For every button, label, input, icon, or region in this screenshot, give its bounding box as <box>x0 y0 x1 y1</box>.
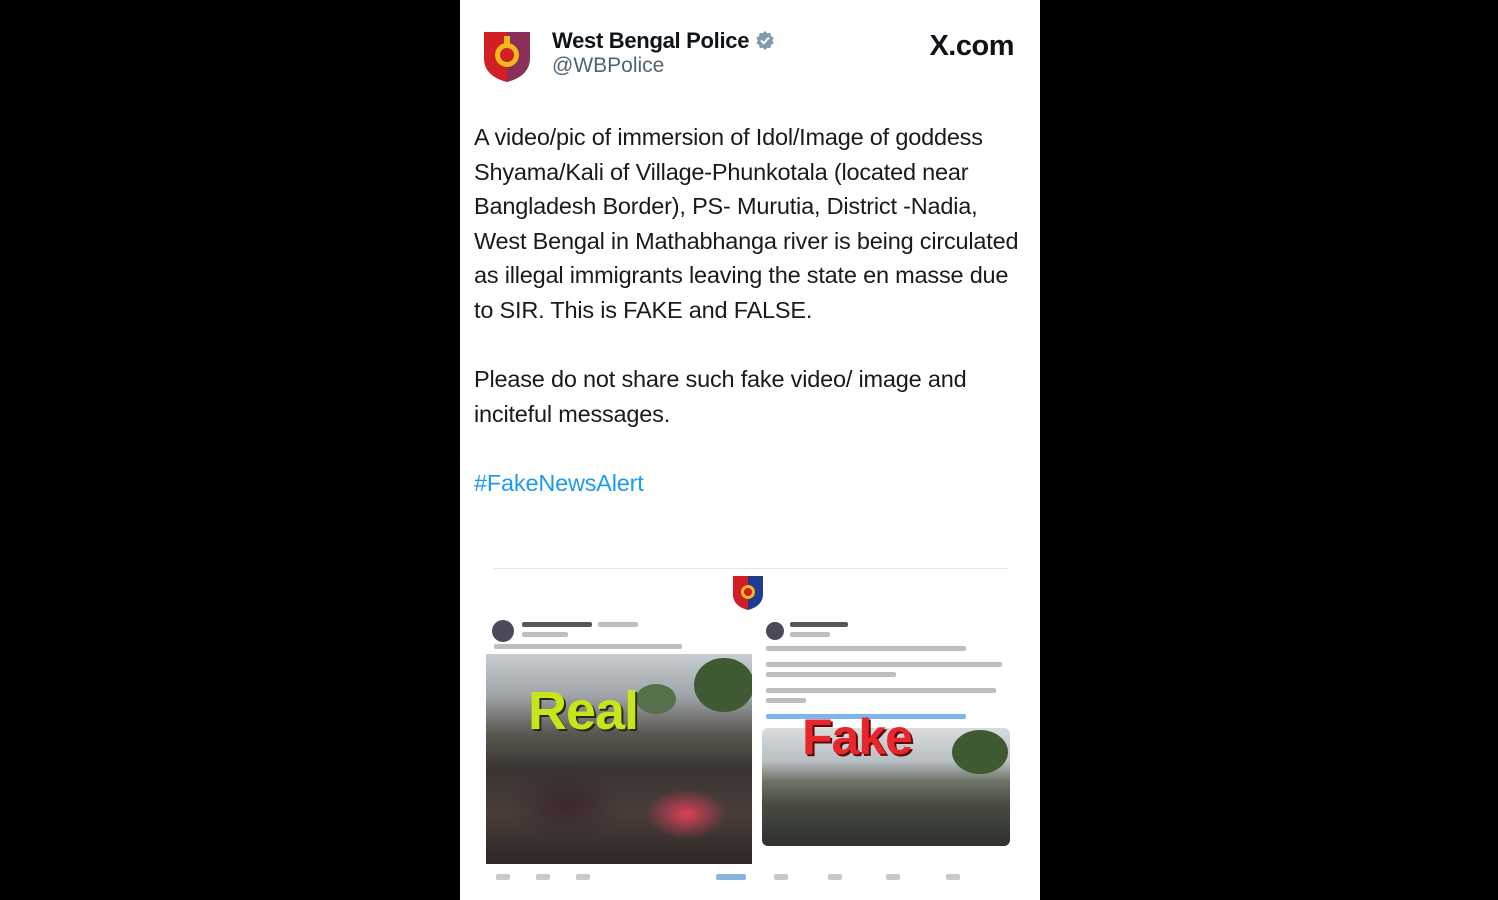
mini-post-text <box>494 644 682 649</box>
post-header: West Bengal Police @WBPolice X.com <box>480 24 1020 88</box>
attached-image[interactable]: Real Fake <box>484 568 1018 900</box>
fake-label: Fake <box>802 709 913 765</box>
avatar <box>492 620 514 642</box>
action-icon <box>828 874 842 880</box>
police-emblem-icon[interactable] <box>480 28 534 84</box>
avatar <box>766 622 784 640</box>
post-card: West Bengal Police @WBPolice X.com A vid… <box>460 0 1040 900</box>
mini-post-text <box>766 672 896 677</box>
site-watermark: X.com <box>929 30 1014 62</box>
mini-post-meta <box>598 622 638 627</box>
action-icon <box>716 874 746 880</box>
author-handle[interactable]: @WBPolice <box>552 54 664 78</box>
mini-post-name <box>522 622 592 627</box>
mini-post-handle <box>522 632 568 637</box>
action-icon <box>496 874 510 880</box>
action-icon <box>886 874 900 880</box>
mini-post-text <box>766 646 966 651</box>
police-emblem-icon <box>733 576 763 610</box>
post-paragraph-1: A video/pic of immersion of Idol/Image o… <box>474 124 1019 323</box>
real-post-screenshot <box>484 614 756 900</box>
mini-post-actions <box>492 874 748 882</box>
mini-post-text <box>766 662 1002 667</box>
action-icon <box>536 874 550 880</box>
action-icon <box>946 874 960 880</box>
mini-post-text <box>766 698 806 703</box>
mini-post-actions <box>770 874 1010 882</box>
author-name-text[interactable]: West Bengal Police <box>552 28 749 53</box>
tree-canopy <box>694 658 752 712</box>
action-icon <box>576 874 590 880</box>
tree-canopy <box>636 684 676 714</box>
mini-post-handle <box>790 632 830 637</box>
author-name[interactable]: West Bengal Police <box>552 28 775 54</box>
post-paragraph-2: Please do not share such fake video/ ima… <box>474 366 967 427</box>
verified-badge-icon <box>756 31 774 50</box>
divider <box>494 568 1008 569</box>
hashtag-link[interactable]: #FakeNewsAlert <box>474 466 1024 501</box>
mini-post-text <box>766 688 996 693</box>
mini-post-name <box>790 622 848 627</box>
real-label: Real <box>528 681 639 741</box>
post-body: A video/pic of immersion of Idol/Image o… <box>474 120 1024 535</box>
tree-canopy <box>952 730 1008 774</box>
action-icon <box>774 874 788 880</box>
